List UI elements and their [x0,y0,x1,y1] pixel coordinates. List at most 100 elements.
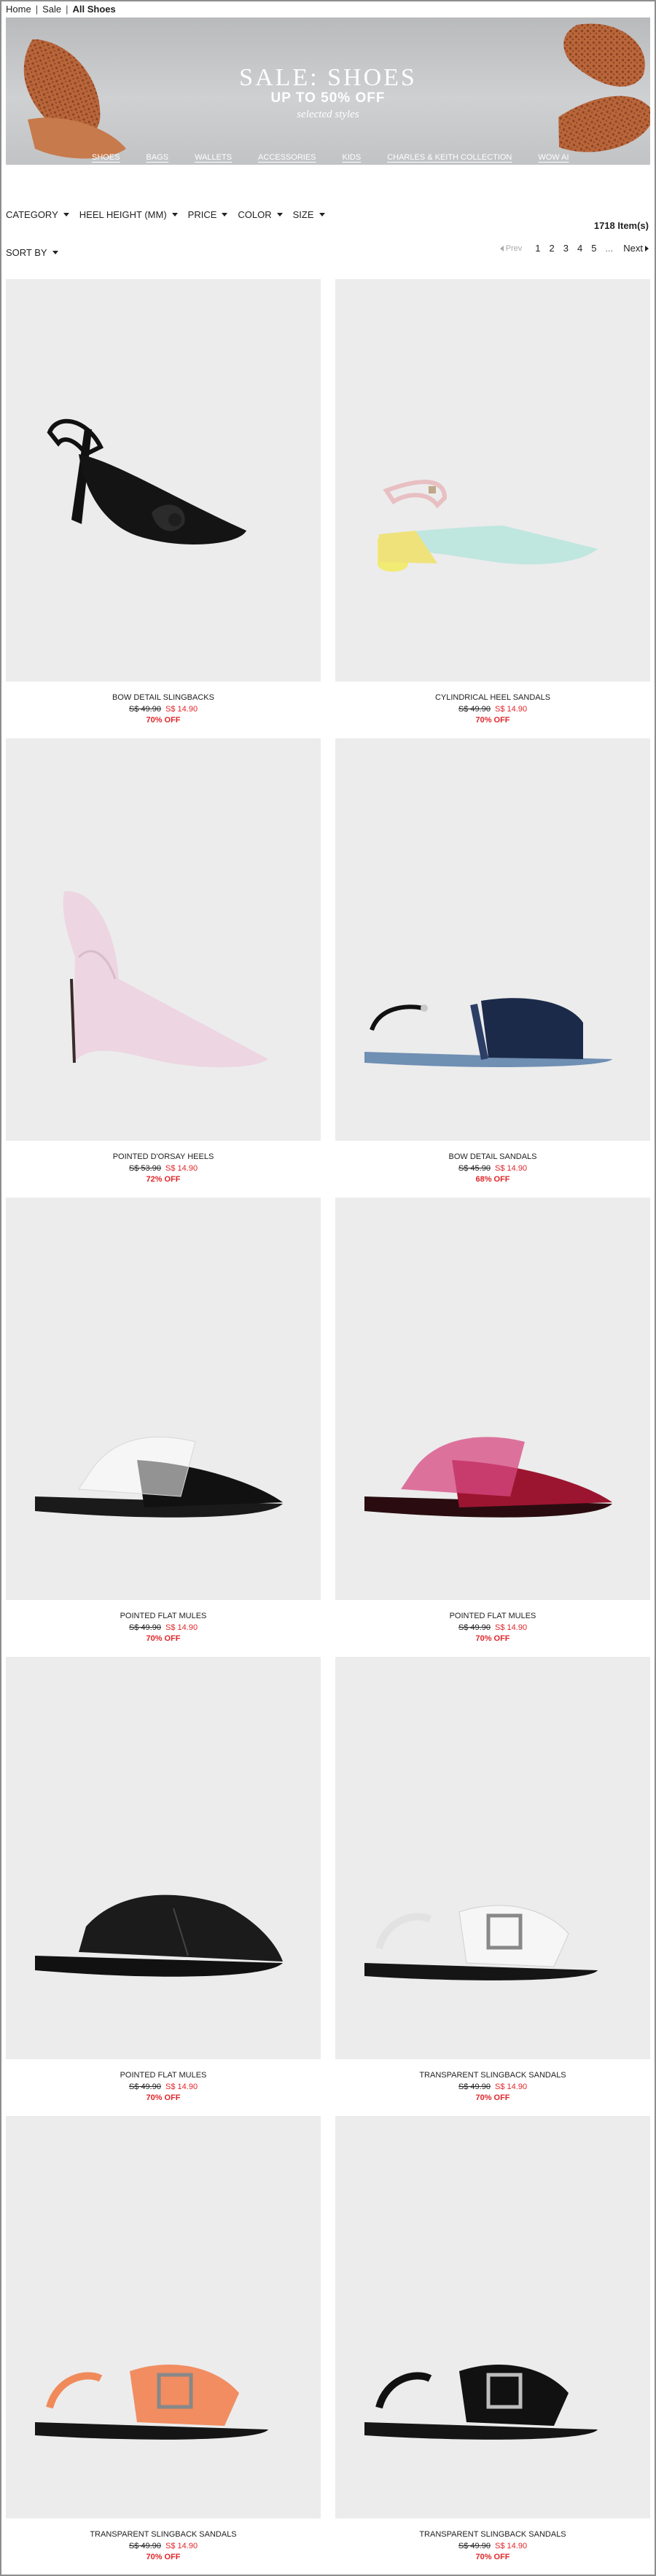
product-image[interactable] [6,2116,321,2518]
original-price: S$ 49.90 [128,1623,161,1632]
breadcrumb-separator: | [35,4,39,15]
next-page-button[interactable]: Next [623,243,649,254]
banner-note: selected styles [297,109,359,120]
product-price: S$ 53.90 S$ 14.90 [6,1164,321,1173]
heel-height-filter[interactable]: HEEL HEIGHT (MM) [79,209,178,220]
discount-badge: 70% OFF [146,2553,181,2561]
breadcrumb-current: All Shoes [72,4,116,15]
banner-nav-accessories[interactable]: ACCESSORIES [258,153,316,162]
banner-nav-shoes[interactable]: SHOES [92,153,120,162]
product-price: S$ 49.90 S$ 14.90 [335,2083,650,2091]
product-image[interactable] [335,1657,650,2059]
page-link[interactable]: 3 [563,243,569,254]
product-name[interactable]: CYLINDRICAL HEEL SANDALS [335,693,650,702]
product-name[interactable]: BOW DETAIL SANDALS [335,1152,650,1161]
arrow-right-icon [645,245,649,251]
banner-subtitle: UP TO 50% OFF [270,90,386,106]
sale-banner[interactable]: SALE: SHOES UP TO 50% OFF selected style… [6,17,650,165]
sale-price: S$ 14.90 [495,2542,528,2550]
original-price: S$ 49.90 [128,2083,161,2091]
product-price: S$ 45.90 S$ 14.90 [335,1164,650,1173]
product-card[interactable]: POINTED FLAT MULES S$ 49.90 S$ 14.90 70%… [6,1198,321,1643]
sale-price: S$ 14.90 [495,1623,528,1632]
original-price: S$ 53.90 [128,1164,161,1173]
sort-by-dropdown[interactable]: SORT BY [6,247,58,258]
product-image[interactable] [6,1657,321,2059]
page-link[interactable]: 4 [577,243,582,254]
prev-page-button[interactable]: Prev [499,244,522,253]
black-mule-image [35,1894,283,1977]
page-link[interactable]: 5 [591,243,596,254]
product-card[interactable]: BOW DETAIL SANDALS S$ 45.90 S$ 14.90 68%… [335,738,650,1184]
orange-slingback-image [35,2365,268,2440]
banner-category-nav: SHOES BAGS WALLETS ACCESSORIES KIDS CHAR… [92,153,596,162]
color-filter[interactable]: COLOR [238,209,283,220]
banner-nav-wow[interactable]: WOW AI [538,153,569,162]
category-filter-label: CATEGORY [6,209,58,220]
product-image[interactable] [335,279,650,682]
category-filter[interactable]: CATEGORY [6,209,69,220]
size-filter[interactable]: SIZE [293,209,325,220]
product-price: S$ 49.90 S$ 14.90 [335,705,650,714]
product-image[interactable] [335,1198,650,1600]
product-card[interactable]: TRANSPARENT SLINGBACK SANDALS S$ 49.90 S… [335,2116,650,2561]
product-card[interactable]: POINTED FLAT MULES S$ 49.90 S$ 14.90 70%… [335,1198,650,1643]
discount-badge: 70% OFF [146,716,181,725]
discount-badge: 68% OFF [475,1175,510,1184]
product-name[interactable]: POINTED FLAT MULES [6,1612,321,1620]
product-card[interactable]: TRANSPARENT SLINGBACK SANDALS S$ 49.90 S… [6,2116,321,2561]
caret-down-icon [222,213,228,216]
product-image[interactable] [6,279,321,682]
product-image[interactable] [6,1198,321,1600]
product-image[interactable] [335,2116,650,2518]
black-slingback-image [364,2365,598,2440]
page-link[interactable]: 2 [549,243,554,254]
banner-nav-bags[interactable]: BAGS [147,153,169,162]
sale-price: S$ 14.90 [495,2083,528,2091]
original-price: S$ 45.90 [458,1164,491,1173]
product-name[interactable]: POINTED FLAT MULES [6,2071,321,2080]
product-name[interactable]: TRANSPARENT SLINGBACK SANDALS [6,2530,321,2539]
banner-nav-kids[interactable]: KIDS [343,153,362,162]
product-name[interactable]: BOW DETAIL SLINGBACKS [6,693,321,702]
breadcrumb-sale-link[interactable]: Sale [42,4,61,15]
product-name[interactable]: POINTED FLAT MULES [335,1612,650,1620]
product-card[interactable]: BOW DETAIL SLINGBACKS S$ 49.90 S$ 14.90 … [6,279,321,725]
product-price: S$ 49.90 S$ 14.90 [335,1623,650,1632]
sale-price: S$ 14.90 [495,705,528,714]
product-price: S$ 49.90 S$ 14.90 [335,2542,650,2550]
cylindrical-heel-sandal-image [378,480,598,572]
filter-bar: CATEGORY HEEL HEIGHT (MM) PRICE COLOR SI… [6,209,335,220]
sale-price: S$ 14.90 [165,705,198,714]
next-page-label: Next [623,243,643,254]
product-image[interactable] [335,738,650,1141]
product-card[interactable]: POINTED FLAT MULES S$ 49.90 S$ 14.90 70%… [6,1657,321,2102]
clear-mule-image [35,1436,283,1518]
heel-height-filter-label: HEEL HEIGHT (MM) [79,209,167,220]
product-name[interactable]: TRANSPARENT SLINGBACK SANDALS [335,2071,650,2080]
discount-badge: 72% OFF [146,1175,181,1184]
price-filter[interactable]: PRICE [188,209,228,220]
bow-sandal-image [364,998,612,1068]
banner-nav-wallets[interactable]: WALLETS [195,153,232,162]
breadcrumb-separator: | [66,4,69,15]
transparent-slingback-image [364,1905,598,1980]
price-filter-label: PRICE [187,209,217,220]
product-card[interactable]: POINTED D'ORSAY HEELS S$ 53.90 S$ 14.90 … [6,738,321,1184]
caret-down-icon [171,213,178,216]
sale-price: S$ 14.90 [165,1623,198,1632]
sort-by-label: SORT BY [6,247,47,258]
pagination: Prev 1 2 3 4 5 ... Next [499,243,649,254]
sale-price: S$ 14.90 [165,2083,198,2091]
caret-down-icon [276,213,283,216]
product-image[interactable] [6,738,321,1141]
pagination-ellipsis: ... [605,243,614,254]
product-card[interactable]: TRANSPARENT SLINGBACK SANDALS S$ 49.90 S… [335,1657,650,2102]
page-link[interactable]: 1 [535,243,540,254]
banner-nav-collection[interactable]: CHARLES & KEITH COLLECTION [387,153,512,162]
product-card[interactable]: CYLINDRICAL HEEL SANDALS S$ 49.90 S$ 14.… [335,279,650,725]
product-name[interactable]: TRANSPARENT SLINGBACK SANDALS [335,2530,650,2539]
product-name[interactable]: POINTED D'ORSAY HEELS [6,1152,321,1161]
original-price: S$ 49.90 [458,1623,491,1632]
breadcrumb-home-link[interactable]: Home [6,4,31,15]
